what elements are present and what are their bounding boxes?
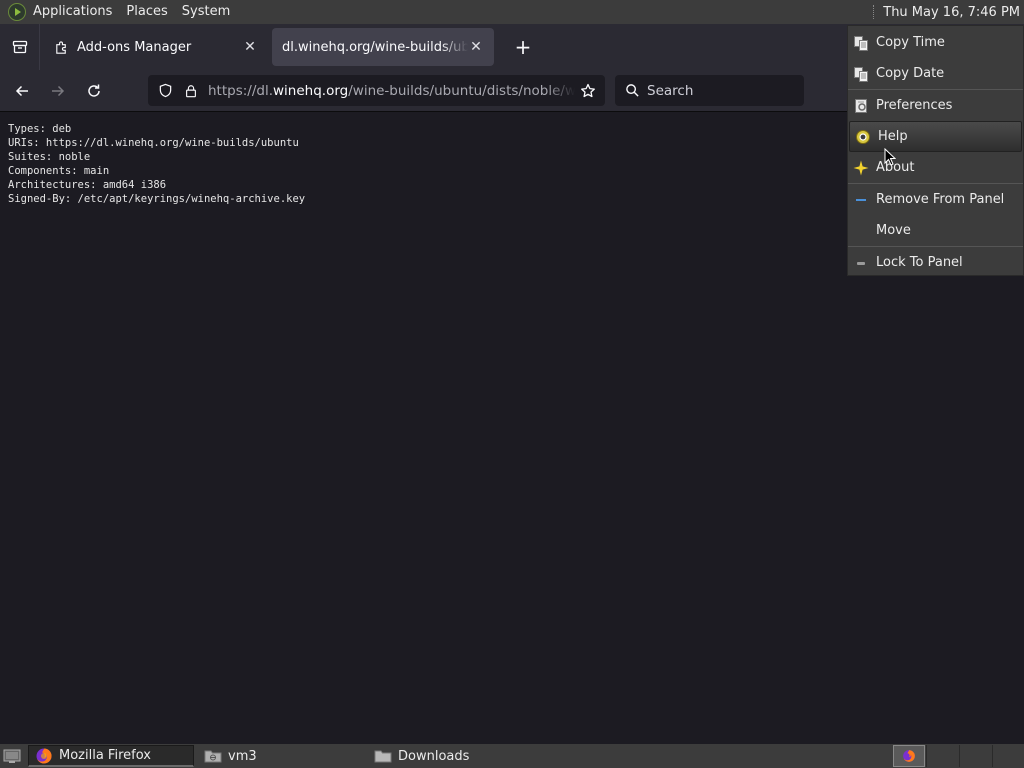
top-panel: Applications Places System Thu May 16, 7… bbox=[0, 0, 1024, 24]
tab-title: Add-ons Manager bbox=[77, 39, 192, 55]
mate-logo-icon bbox=[8, 3, 26, 21]
url-path: /wine-builds/ubuntu/dists/noble/winehq-n… bbox=[348, 82, 575, 99]
lock-icon[interactable] bbox=[178, 75, 204, 106]
text-line: Suites: noble bbox=[8, 151, 91, 163]
menu-item-preferences[interactable]: Preferences bbox=[848, 90, 1023, 121]
task-label: Mozilla Firefox bbox=[59, 748, 151, 763]
tracking-protection-shield-icon[interactable] bbox=[152, 75, 178, 106]
forward-button[interactable] bbox=[44, 77, 72, 105]
tab-title: dl.winehq.org/wine-builds/ubuntu/dists/n… bbox=[282, 39, 468, 55]
menu-item-label: Preferences bbox=[876, 98, 953, 113]
task-label: Downloads bbox=[398, 748, 470, 764]
menu-item-label: Lock To Panel bbox=[876, 255, 963, 270]
system-tray: Thu May 16, 7:46 PM bbox=[873, 0, 1024, 24]
text-line: Architectures: amd64 i386 bbox=[8, 179, 167, 191]
workspace-1[interactable] bbox=[893, 745, 925, 767]
new-tab-button[interactable]: + bbox=[508, 32, 538, 62]
plain-text-document: Types: deb URIs: https://dl.winehq.org/wi… bbox=[8, 122, 305, 206]
workspace-4[interactable] bbox=[992, 745, 1024, 767]
bookmark-star-icon[interactable] bbox=[575, 75, 601, 106]
taskbar-item-vm3[interactable]: vm3 bbox=[198, 745, 364, 767]
url-host: winehq.org bbox=[273, 82, 349, 99]
text-line: Components: main bbox=[8, 165, 110, 177]
workspace-3[interactable] bbox=[959, 745, 991, 767]
show-desktop-icon bbox=[3, 749, 21, 763]
menu-item-copy-date[interactable]: Copy Date bbox=[848, 58, 1023, 89]
puzzle-icon bbox=[56, 40, 66, 54]
applications-menu[interactable]: Applications bbox=[0, 0, 119, 24]
search-placeholder: Search bbox=[647, 82, 694, 99]
system-menu[interactable]: System bbox=[175, 0, 237, 24]
menu-item-lock-to-panel[interactable]: Lock To Panel bbox=[848, 247, 1023, 278]
task-label: vm3 bbox=[228, 748, 257, 764]
search-bar[interactable]: Search bbox=[615, 75, 804, 106]
search-icon bbox=[626, 84, 639, 97]
lock-icon bbox=[852, 254, 870, 272]
tray-separator bbox=[873, 5, 875, 19]
menu-item-copy-time[interactable]: Copy Time bbox=[848, 27, 1023, 58]
menu-item-label: Copy Date bbox=[876, 66, 945, 81]
about-icon bbox=[852, 159, 870, 177]
menu-item-about[interactable]: About bbox=[848, 152, 1023, 183]
url-scheme: https://dl. bbox=[208, 82, 274, 99]
text-line: URIs: https://dl.winehq.org/wine-builds/… bbox=[8, 137, 299, 149]
move-icon-placeholder bbox=[852, 222, 870, 240]
menu-item-label: Help bbox=[878, 129, 908, 144]
back-button[interactable] bbox=[8, 77, 36, 105]
tab-winehq-sources[interactable]: dl.winehq.org/wine-builds/ubuntu/dists/n… bbox=[272, 28, 494, 66]
bottom-panel: Mozilla Firefox vm3 Downloads bbox=[0, 744, 1024, 768]
reload-icon bbox=[88, 84, 100, 97]
taskbar-item-firefox[interactable]: Mozilla Firefox bbox=[28, 745, 194, 767]
workspace-2[interactable] bbox=[926, 745, 958, 767]
places-menu[interactable]: Places bbox=[119, 0, 174, 24]
menu-item-help[interactable]: Help bbox=[849, 121, 1022, 152]
menu-item-remove-from-panel[interactable]: Remove From Panel bbox=[848, 184, 1023, 215]
text-line: Signed-By: /etc/apt/keyrings/winehq-arch… bbox=[8, 193, 306, 205]
firefox-view-icon bbox=[12, 40, 27, 54]
close-tab-icon[interactable]: ✕ bbox=[468, 39, 484, 55]
url-bar[interactable]: https://dl.winehq.org/wine-builds/ubuntu… bbox=[148, 75, 605, 106]
plus-icon: + bbox=[514, 35, 532, 59]
firefox-icon bbox=[36, 747, 52, 763]
copy-icon bbox=[852, 34, 870, 52]
applications-label: Applications bbox=[33, 4, 113, 19]
menu-item-label: Move bbox=[876, 223, 911, 238]
reload-button[interactable] bbox=[80, 77, 108, 105]
menu-item-label: Remove From Panel bbox=[876, 192, 1005, 207]
menu-item-label: Copy Time bbox=[876, 35, 945, 50]
preferences-icon bbox=[852, 97, 870, 115]
close-tab-icon[interactable]: ✕ bbox=[242, 39, 258, 55]
taskbar-item-downloads[interactable]: Downloads bbox=[368, 745, 538, 767]
url-text[interactable]: https://dl.winehq.org/wine-builds/ubuntu… bbox=[208, 83, 575, 99]
arrow-left-icon bbox=[15, 85, 28, 96]
copy-icon bbox=[852, 65, 870, 83]
network-folder-icon bbox=[204, 750, 222, 763]
firefox-icon bbox=[903, 750, 915, 762]
arrow-right-icon bbox=[52, 85, 65, 96]
help-icon bbox=[854, 128, 872, 146]
folder-icon bbox=[374, 750, 392, 763]
firefox-view-button[interactable] bbox=[0, 24, 40, 70]
text-line: Types: deb bbox=[8, 123, 72, 135]
mouse-cursor-icon bbox=[884, 148, 896, 166]
clock[interactable]: Thu May 16, 7:46 PM bbox=[883, 5, 1024, 20]
tab-addons-manager[interactable]: Add-ons Manager ✕ bbox=[44, 28, 268, 66]
menu-item-move[interactable]: Move bbox=[848, 215, 1023, 246]
clock-context-menu: Copy Time Copy Date Preferences Help Abo… bbox=[847, 25, 1024, 276]
show-desktop-button[interactable] bbox=[0, 744, 24, 768]
remove-icon bbox=[852, 191, 870, 209]
